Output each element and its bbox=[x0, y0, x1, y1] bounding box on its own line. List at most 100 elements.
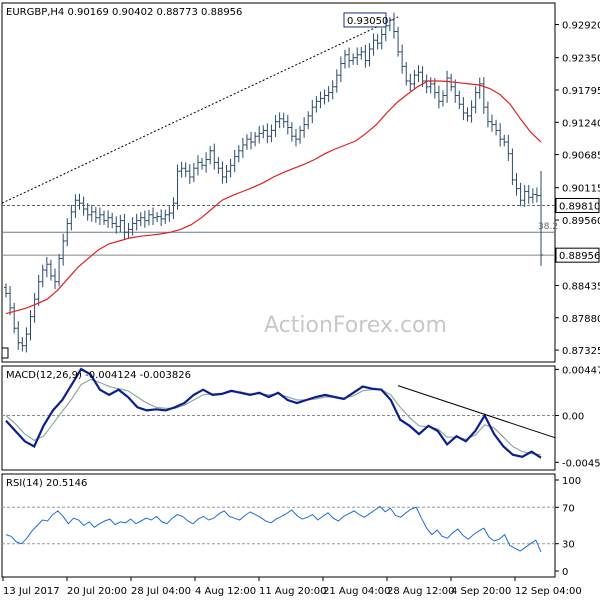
price-bar bbox=[481, 77, 486, 114]
price-bar bbox=[97, 207, 102, 225]
price-bar bbox=[155, 212, 160, 223]
price-bar bbox=[436, 85, 441, 109]
x-axis-label: 12 Sep 04:00 bbox=[515, 586, 582, 597]
price-bar bbox=[4, 283, 8, 298]
price-bar bbox=[73, 194, 78, 218]
price-bar bbox=[187, 164, 192, 184]
x-axis-label: 4 Sep 20:00 bbox=[451, 586, 511, 597]
price-tick-label: 0.92350 bbox=[562, 54, 600, 65]
price-bar bbox=[134, 213, 139, 231]
moving-average-line bbox=[5, 80, 542, 315]
price-bar bbox=[530, 188, 535, 204]
price-bar bbox=[285, 114, 290, 135]
x-axis-label: 13 Jul 2017 bbox=[3, 586, 60, 597]
price-bar bbox=[387, 16, 392, 32]
price-bar bbox=[77, 193, 82, 210]
price-bar bbox=[363, 44, 368, 68]
price-bar bbox=[212, 143, 217, 170]
price-tick-label: 0.91795 bbox=[562, 86, 600, 97]
price-bar bbox=[232, 149, 237, 173]
price-bar bbox=[253, 131, 258, 147]
price-bar bbox=[40, 264, 45, 288]
price-bar bbox=[12, 302, 17, 334]
x-axis-label: 21 Aug 04:00 bbox=[323, 586, 390, 597]
price-bar bbox=[114, 216, 119, 234]
price-bar bbox=[224, 164, 229, 184]
price-bar bbox=[375, 33, 380, 50]
price-bar bbox=[277, 112, 282, 129]
price-bar bbox=[298, 125, 303, 144]
price-bar bbox=[412, 69, 417, 90]
price-bar bbox=[498, 123, 503, 147]
price-bar bbox=[106, 210, 111, 228]
price-tick-label: 0.92920 bbox=[562, 21, 600, 32]
price-bar bbox=[240, 137, 245, 158]
chart-svg: 0.92920 0.92350 0.91795 0.91240 0.90685 0.901… bbox=[1, 2, 600, 597]
price-bar bbox=[208, 146, 213, 165]
price-bar bbox=[28, 310, 33, 341]
rsi-tick-label: 70 bbox=[562, 503, 575, 514]
price-bar bbox=[465, 107, 470, 122]
price-bar bbox=[526, 185, 531, 204]
price-bar bbox=[110, 212, 115, 229]
price-bar bbox=[302, 117, 307, 138]
price-bar bbox=[8, 286, 13, 316]
macd-tick-label: 0.004473 bbox=[562, 365, 600, 376]
price-bar bbox=[289, 122, 294, 142]
rsi-tick-label: 100 bbox=[562, 476, 581, 487]
price-bar bbox=[265, 123, 270, 144]
price-bar bbox=[281, 112, 286, 128]
price-bar bbox=[36, 274, 41, 307]
price-bar bbox=[200, 157, 205, 170]
price-bar bbox=[469, 100, 474, 123]
price-bar bbox=[445, 70, 450, 103]
price-bar bbox=[183, 162, 188, 178]
price-bar bbox=[69, 204, 74, 231]
price-bar bbox=[330, 80, 335, 100]
price-bar bbox=[400, 44, 405, 74]
price-bar bbox=[269, 124, 274, 143]
price-bar bbox=[261, 125, 266, 139]
macd-panel bbox=[1, 365, 556, 471]
price-bar bbox=[310, 99, 315, 124]
price-bar bbox=[257, 126, 262, 144]
price-bar bbox=[138, 212, 143, 227]
price-bar bbox=[220, 161, 225, 184]
price-bar bbox=[494, 119, 499, 136]
rsi-title: RSI(14) 20.5146 bbox=[6, 478, 87, 489]
price-bar bbox=[167, 206, 172, 222]
price-bar bbox=[195, 155, 200, 176]
price-bar bbox=[273, 115, 278, 138]
price-bar bbox=[396, 26, 401, 57]
price-bar bbox=[322, 89, 327, 105]
price-tag-text: 0.88956 bbox=[559, 251, 600, 262]
price-bar bbox=[236, 145, 241, 163]
price-bar bbox=[534, 187, 539, 203]
price-tick-label: 0.89560 bbox=[562, 216, 600, 227]
trend-line-dotted bbox=[1, 16, 399, 204]
price-bar bbox=[347, 47, 352, 68]
price-bar bbox=[514, 172, 519, 196]
macd-signal-line bbox=[5, 378, 542, 456]
price-bar bbox=[20, 337, 25, 352]
price-bar bbox=[244, 134, 249, 150]
macd-title: MACD(12,26,9) -0.004124 -0.003826 bbox=[6, 370, 191, 381]
price-bar bbox=[306, 111, 311, 130]
price-bar bbox=[61, 233, 66, 266]
price-bar bbox=[518, 182, 523, 207]
price-bar bbox=[355, 47, 360, 66]
price-bar bbox=[506, 134, 511, 161]
price-bar bbox=[142, 210, 147, 228]
price-bar bbox=[44, 257, 49, 278]
price-bar bbox=[179, 161, 184, 178]
rsi-tick-label: 0 bbox=[562, 567, 568, 578]
price-bar bbox=[338, 56, 343, 83]
price-bar bbox=[118, 214, 123, 233]
price-bar bbox=[48, 259, 53, 281]
price-bar bbox=[146, 210, 151, 226]
price-bar bbox=[371, 33, 376, 56]
macd-tick-label: 0.00 bbox=[562, 412, 584, 423]
price-bar bbox=[175, 164, 180, 210]
price-bar bbox=[32, 293, 37, 323]
price-bar bbox=[151, 207, 156, 226]
